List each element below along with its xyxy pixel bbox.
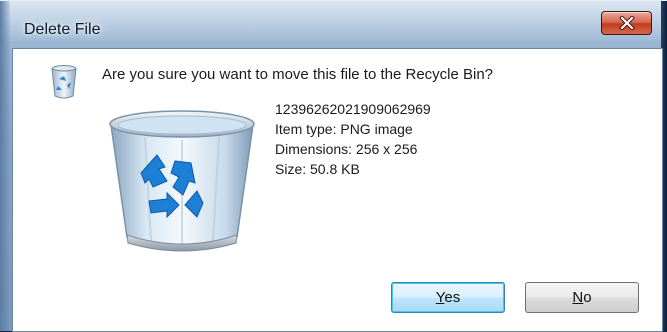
yes-button-label: Yes bbox=[435, 289, 461, 306]
file-name: 12396262021909062969 bbox=[275, 101, 431, 117]
close-icon bbox=[618, 16, 635, 30]
recycle-bin-icon-large bbox=[109, 110, 255, 252]
recycle-bin-icon bbox=[51, 65, 77, 99]
confirmation-question: Are you sure you want to move this file … bbox=[102, 66, 494, 83]
no-button[interactable]: No bbox=[525, 282, 639, 313]
window-frame: Delete File Are you sure you want to mov… bbox=[0, 0, 667, 332]
close-button[interactable] bbox=[601, 11, 652, 35]
file-item-type: Item type: PNG image bbox=[275, 121, 413, 137]
dialog-body: Are you sure you want to move this file … bbox=[12, 48, 663, 332]
yes-button[interactable]: Yes bbox=[391, 282, 505, 313]
file-info: 12396262021909062969 Item type: PNG imag… bbox=[275, 99, 431, 179]
file-size: Size: 50.8 KB bbox=[275, 161, 360, 177]
window-title: Delete File bbox=[24, 21, 101, 38]
file-dimensions: Dimensions: 256 x 256 bbox=[275, 141, 418, 157]
no-button-label: No bbox=[572, 289, 592, 306]
